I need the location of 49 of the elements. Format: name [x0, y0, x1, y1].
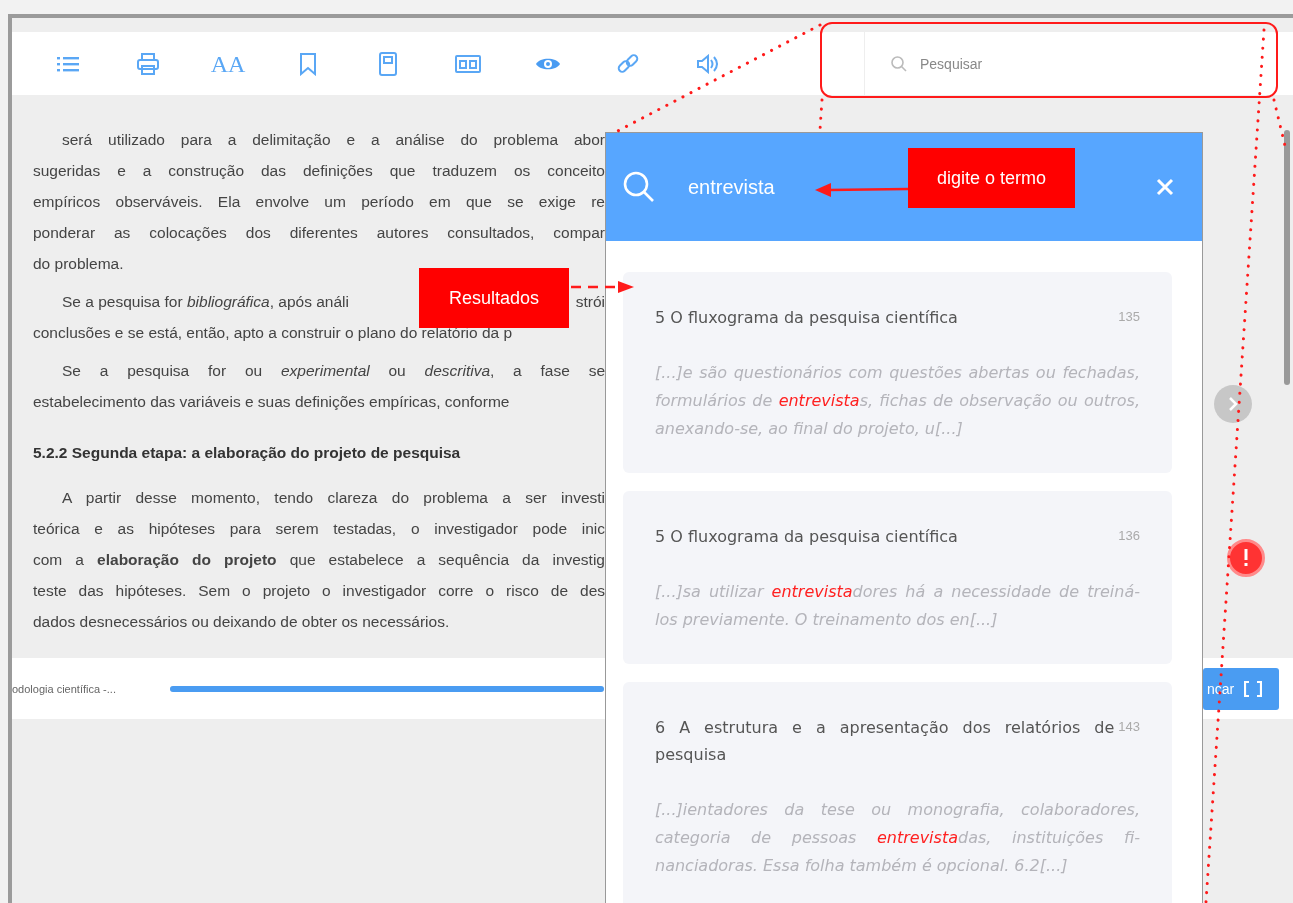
result-title: 5 O fluxograma da pesquisa científica	[655, 307, 959, 329]
text-line: teórica e as hipóteses para serem testadas, o investigador pode inic	[33, 519, 605, 539]
alert-button[interactable]	[1227, 539, 1265, 577]
scrollbar-thumb[interactable]	[1284, 130, 1290, 385]
notebook-icon[interactable]	[378, 51, 398, 76]
result-snippet: [...]sa utilizar entrevistadores há a necessidade de treiná-los previamente. O treinamento dos en[...]	[655, 581, 1140, 631]
text-line: empíricos observáveis. Ela envolve um período em que se exige re	[33, 192, 605, 212]
search-result-card[interactable]	[623, 272, 1172, 473]
search-field[interactable]: Pesquisar	[918, 54, 1172, 73]
close-icon	[1156, 178, 1174, 196]
page-number: 135	[1118, 308, 1140, 326]
fullscreen-icon	[1244, 680, 1263, 697]
text-line: ponderar as colocações dos diferentes autores consultados, compar	[33, 223, 605, 243]
result-title: 5 O fluxograma da pesquisa científica	[655, 526, 959, 548]
section-heading: 5.2.2 Segunda etapa: a elaboração do projeto de pesquisa	[33, 443, 462, 463]
search-field[interactable]: entrevista	[686, 174, 800, 200]
panel-icon[interactable]	[455, 53, 481, 74]
bookmark-icon[interactable]	[299, 51, 317, 76]
text-line: sugeridas e a construção das definições que traduzem os conceito	[33, 161, 605, 181]
search-icon	[622, 170, 656, 204]
printer-icon[interactable]	[136, 51, 160, 76]
text-line: será utilizado para a delimitação e a análise do problema abor	[61, 130, 605, 150]
text-line: Se a pesquisa for bibliográfica, após análi	[62, 292, 349, 312]
text-line: dados desnecessários ou deixando de obter os necessários.	[33, 612, 450, 632]
callout-arrow	[571, 281, 634, 293]
result-snippet: [...]e são questionários com questões abertas ou fechadas, formulários de entrevistas, fichas de observação ou outros, anexando-se, ao final do projeto, u[...]	[655, 362, 1140, 440]
speaker-icon[interactable]	[696, 53, 720, 74]
font-size-button[interactable]: AA	[210, 50, 246, 77]
fullscreen-button[interactable]: ncar	[1203, 667, 1279, 710]
next-page-button[interactable]	[1214, 385, 1252, 423]
text-line: com a elaboração do projeto que estabelece a sequência da investig	[33, 550, 605, 570]
result-snippet: [...]ientadores da tese ou monografia, colaboradores, categoria de pessoas entrevistadas, instituições fi-nanciadoras. Essa folha também é opcional. 6.2[...]	[655, 799, 1140, 877]
text-line: A partir desse momento, tendo clareza do problema a ser investi	[61, 488, 605, 508]
page-number: 136	[1118, 527, 1140, 545]
link-icon[interactable]	[616, 51, 640, 76]
chevron-icon	[1227, 396, 1239, 412]
book-title: odologia científica -...	[12, 682, 117, 695]
exclamation-icon	[1243, 549, 1249, 567]
callout-label: Resultados	[419, 268, 569, 328]
text-line: Se a pesquisa for ou experimental ou descritiva, a fase se	[61, 361, 605, 381]
callout-label: digite o termo	[908, 148, 1075, 208]
text-line: teste das hipóteses. Sem o projeto o investigador corre o risco de des	[33, 581, 605, 601]
text-line: do problema.	[33, 254, 124, 274]
page-number: 143	[1118, 718, 1140, 736]
text-line: estabelecimento das variáveis e suas definições empíricas, conforme	[33, 392, 510, 412]
text-fragment: strói	[575, 292, 605, 312]
search-result-card[interactable]: 5 O fluxograma da pesquisa científica 136 [...]sa utilizar entrevistadores há a necessidade de treiná-los previamente. O treinamento dos en[...]	[623, 491, 1172, 664]
result-title: 6 A estrutura e a apresentação dos relatórios de pesquisa	[655, 717, 1115, 766]
search-icon	[890, 54, 908, 73]
